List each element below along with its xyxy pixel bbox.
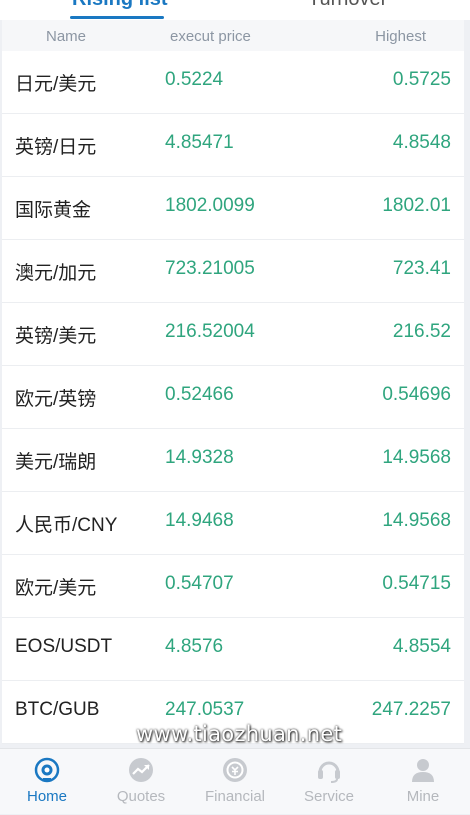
row-name: 英镑/日元	[15, 137, 97, 158]
table-row[interactable]: 欧元/美元 0.54707 0.54715	[2, 555, 464, 618]
row-name: 澳元/加元	[15, 263, 97, 284]
tab-turnover[interactable]: Turnover	[308, 0, 387, 11]
row-name: 欧元/英镑	[15, 389, 97, 410]
row-name: 英镑/美元	[15, 326, 97, 347]
home-icon	[33, 756, 61, 784]
row-highest: 0.54696	[382, 384, 451, 405]
table-row[interactable]: 国际黄金 1802.0099 1802.01	[2, 177, 464, 240]
tab-rising-list[interactable]: Rising list	[72, 0, 168, 11]
row-price: 4.85471	[165, 132, 234, 153]
row-price: 0.54707	[165, 573, 234, 594]
tab-active-indicator	[70, 16, 164, 19]
row-highest: 247.2257	[371, 699, 451, 720]
row-highest: 0.54715	[382, 573, 451, 594]
nav-mine[interactable]: Mine	[376, 749, 470, 815]
row-highest: 216.52	[392, 321, 451, 342]
header-price: execut price	[170, 28, 251, 45]
header-highest: Highest	[375, 28, 426, 45]
headset-icon	[315, 756, 343, 784]
row-highest: 723.41	[392, 258, 451, 279]
table-row[interactable]: 日元/美元 0.5224 0.5725	[2, 51, 464, 114]
nav-label: Home	[26, 788, 67, 805]
table-row[interactable]: 英镑/美元 216.52004 216.52	[2, 303, 464, 366]
row-price: 723.21005	[165, 258, 255, 279]
nav-service[interactable]: Service	[282, 749, 376, 815]
row-highest: 14.9568	[382, 447, 451, 468]
chart-icon	[127, 756, 155, 784]
nav-financial[interactable]: Financial	[188, 749, 282, 815]
nav-label: Quotes	[116, 788, 166, 805]
nav-label: Financial	[204, 788, 266, 805]
table-header: Name execut price Highest	[2, 20, 464, 51]
table-row[interactable]: EOS/USDT 4.8576 4.8554	[2, 618, 464, 681]
row-highest: 4.8548	[392, 132, 451, 153]
financial-icon	[221, 756, 249, 784]
row-name: 日元/美元	[15, 74, 97, 95]
watermark: www.tiaozhuan.net	[136, 722, 343, 746]
row-price: 4.8576	[165, 636, 224, 657]
row-name: EOS/USDT	[15, 636, 113, 657]
quotes-table: Name execut price Highest 日元/美元 0.5224 0…	[2, 20, 464, 744]
row-price: 14.9328	[165, 447, 234, 468]
row-name: 欧元/美元	[15, 578, 97, 599]
row-price: 247.0537	[165, 699, 245, 720]
user-icon	[409, 756, 437, 784]
nav-label: Service	[303, 788, 355, 805]
bottom-nav: Home Quotes Financial Service Mine	[0, 748, 470, 814]
row-highest: 1802.01	[382, 195, 451, 216]
row-price: 216.52004	[165, 321, 255, 342]
table-row[interactable]: 英镑/日元 4.85471 4.8548	[2, 114, 464, 177]
row-name: 国际黄金	[15, 200, 92, 221]
table-row[interactable]: 澳元/加元 723.21005 723.41	[2, 240, 464, 303]
row-highest: 14.9568	[382, 510, 451, 531]
table-row[interactable]: 欧元/英镑 0.52466 0.54696	[2, 366, 464, 429]
row-highest: 0.5725	[392, 69, 451, 90]
nav-quotes[interactable]: Quotes	[94, 749, 188, 815]
row-highest: 4.8554	[392, 636, 451, 657]
row-price: 0.52466	[165, 384, 234, 405]
nav-label: Mine	[406, 788, 440, 805]
tab-bar: Rising list Turnover	[0, 0, 470, 20]
row-name: BTC/GUB	[15, 699, 100, 720]
header-name: Name	[46, 28, 87, 45]
row-price: 1802.0099	[165, 195, 255, 216]
row-name: 美元/瑞朗	[15, 452, 97, 473]
row-price: 0.5224	[165, 69, 224, 90]
nav-home[interactable]: Home	[0, 749, 94, 815]
row-price: 14.9468	[165, 510, 234, 531]
row-name: 人民币/CNY	[15, 515, 118, 536]
table-row[interactable]: 美元/瑞朗 14.9328 14.9568	[2, 429, 464, 492]
table-row[interactable]: 人民币/CNY 14.9468 14.9568	[2, 492, 464, 555]
